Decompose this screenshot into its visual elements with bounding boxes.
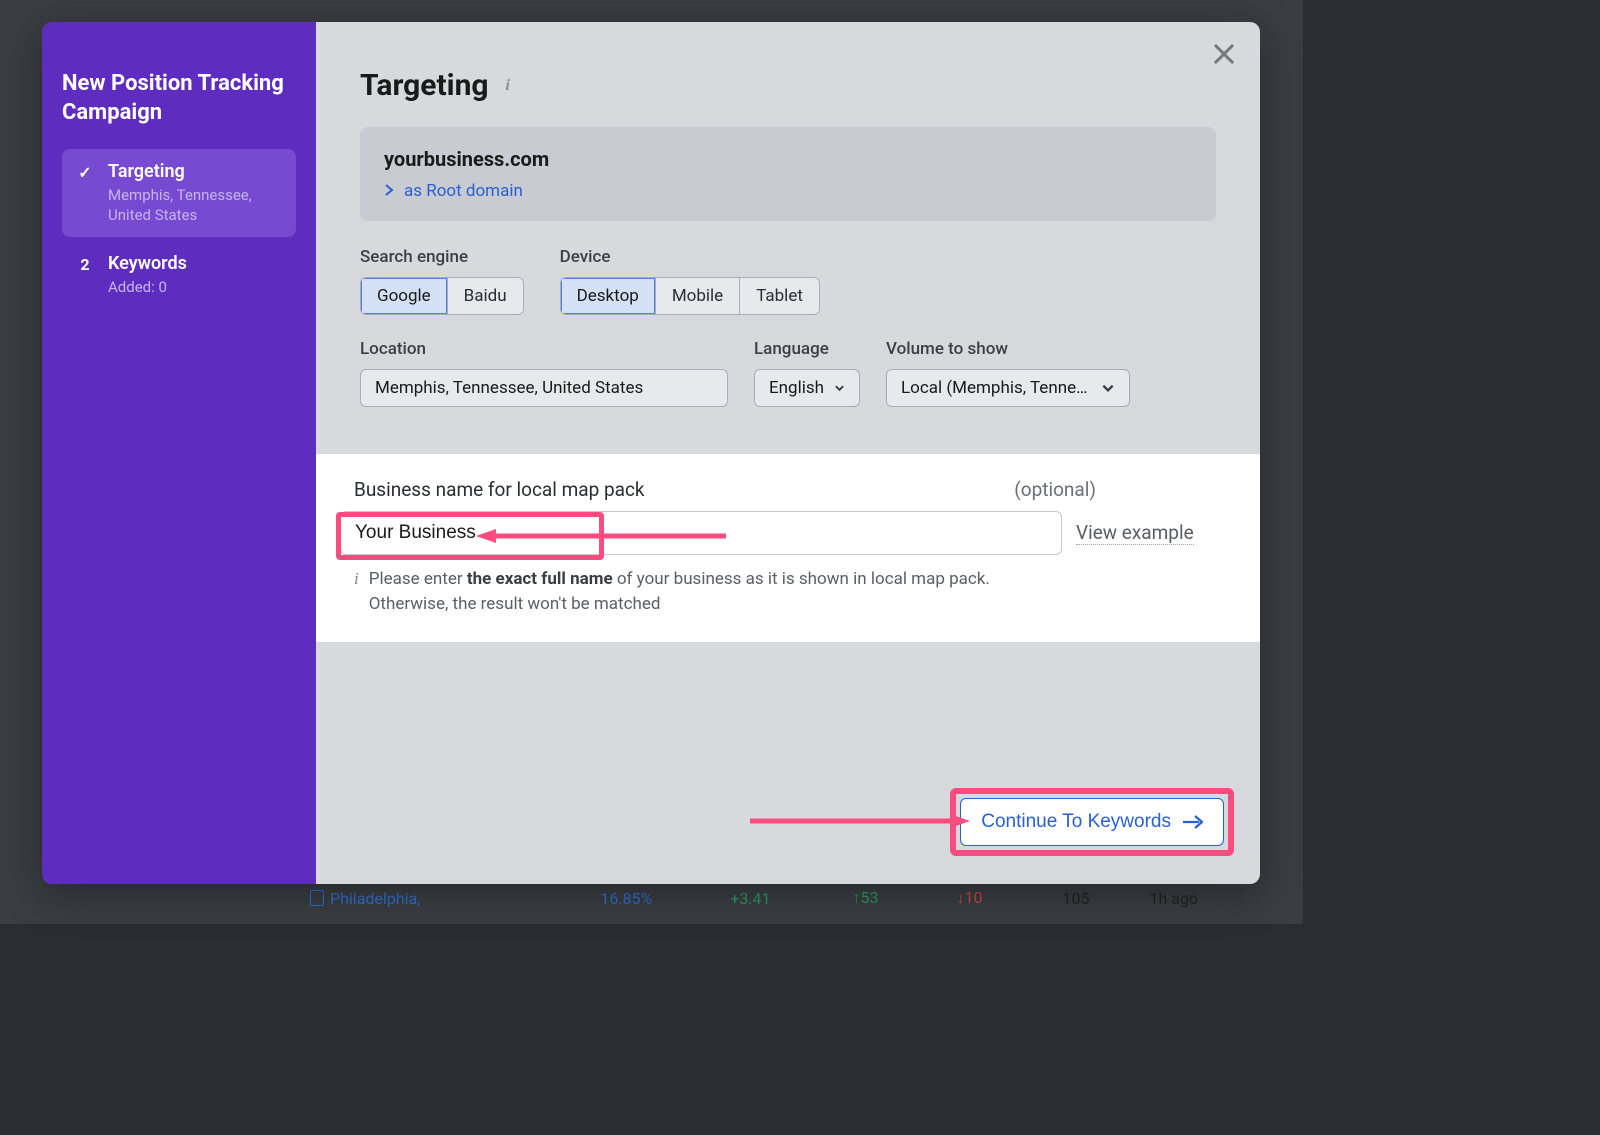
step-keywords[interactable]: 2 Keywords Added: 0 [62, 241, 296, 310]
wizard-sidebar: New Position Tracking Campaign ✓ Targeti… [42, 22, 316, 884]
field-label: Language [754, 339, 860, 359]
domain-name: yourbusiness.com [384, 147, 1192, 171]
bg-down: ↓10 [957, 888, 983, 908]
sidebar-title: New Position Tracking Campaign [62, 70, 296, 127]
seg-google[interactable]: Google [361, 278, 448, 314]
info-icon: i [354, 567, 359, 616]
business-name-label: Business name for local map pack [354, 478, 645, 501]
bg-ago: 1h ago [1149, 889, 1198, 908]
seg-desktop[interactable]: Desktop [561, 278, 656, 314]
seg-tablet[interactable]: Tablet [740, 278, 819, 314]
seg-baidu[interactable]: Baidu [448, 278, 523, 314]
bg-percent: 16.85% [600, 889, 652, 908]
chevron-down-icon [834, 381, 845, 395]
optional-label: (optional) [1014, 478, 1096, 501]
check-icon: ✓ [74, 163, 96, 182]
field-label: Volume to show [886, 339, 1130, 359]
view-example-link[interactable]: View example [1076, 521, 1194, 545]
location-value: Memphis, Tennessee, United States [375, 378, 643, 398]
info-icon[interactable]: i [499, 77, 517, 95]
step-targeting[interactable]: ✓ Targeting Memphis, Tennessee, United S… [62, 149, 296, 237]
device-segmented: Desktop Mobile Tablet [560, 277, 820, 315]
location-input[interactable]: Memphis, Tennessee, United States [360, 369, 728, 407]
bg-up: ↑53 [853, 888, 879, 908]
domain-type-label: as Root domain [404, 181, 523, 201]
file-icon [310, 890, 324, 906]
bg-delta: +3.41 [730, 889, 770, 908]
continue-button-wrap: Continue To Keywords [960, 798, 1224, 846]
step-sub: Added: 0 [108, 278, 187, 298]
domain-card: yourbusiness.com as Root domain [360, 127, 1216, 221]
bg-count: 105 [1062, 889, 1089, 908]
field-label: Location [360, 339, 728, 359]
continue-label: Continue To Keywords [981, 811, 1171, 833]
business-name-section: Business name for local map pack (option… [316, 454, 1260, 642]
step-label: Keywords [108, 253, 187, 274]
field-label: Search engine [360, 247, 524, 267]
volume-group: Volume to show Local (Memphis, Tenne… [886, 339, 1130, 407]
volume-value: Local (Memphis, Tenne… [901, 378, 1087, 398]
volume-select[interactable]: Local (Memphis, Tenne… [886, 369, 1130, 407]
background-data-row: Philadelphia, 16.85% +3.41 ↑53 ↓10 105 1… [310, 878, 1283, 918]
bg-city: Philadelphia, [330, 889, 420, 908]
business-name-input[interactable] [340, 511, 1062, 555]
language-select[interactable]: English [754, 369, 860, 407]
seg-mobile[interactable]: Mobile [656, 278, 740, 314]
arrow-right-icon [1183, 815, 1203, 829]
chevron-down-icon [1101, 381, 1115, 395]
step-number: 2 [74, 255, 96, 274]
continue-to-keywords-button[interactable]: Continue To Keywords [960, 798, 1224, 846]
language-group: Language English [754, 339, 860, 407]
modal: New Position Tracking Campaign ✓ Targeti… [42, 22, 1260, 884]
page-title: Targeting i [360, 68, 1216, 103]
annotation-arrow-icon [750, 814, 970, 828]
domain-type-selector[interactable]: as Root domain [384, 181, 1192, 201]
location-group: Location Memphis, Tennessee, United Stat… [360, 339, 728, 407]
step-sub: Memphis, Tennessee, United States [108, 186, 284, 225]
search-engine-segmented: Google Baidu [360, 277, 524, 315]
business-name-hint: i Please enter the exact full name of yo… [340, 567, 1070, 616]
language-value: English [769, 378, 824, 398]
chevron-right-icon [384, 181, 394, 201]
field-label: Device [560, 247, 820, 267]
modal-content: Targeting i yourbusiness.com as Root dom… [316, 22, 1260, 884]
close-button[interactable] [1210, 40, 1238, 68]
search-engine-group: Search engine Google Baidu [360, 247, 524, 315]
step-label: Targeting [108, 161, 284, 182]
device-group: Device Desktop Mobile Tablet [560, 247, 820, 315]
